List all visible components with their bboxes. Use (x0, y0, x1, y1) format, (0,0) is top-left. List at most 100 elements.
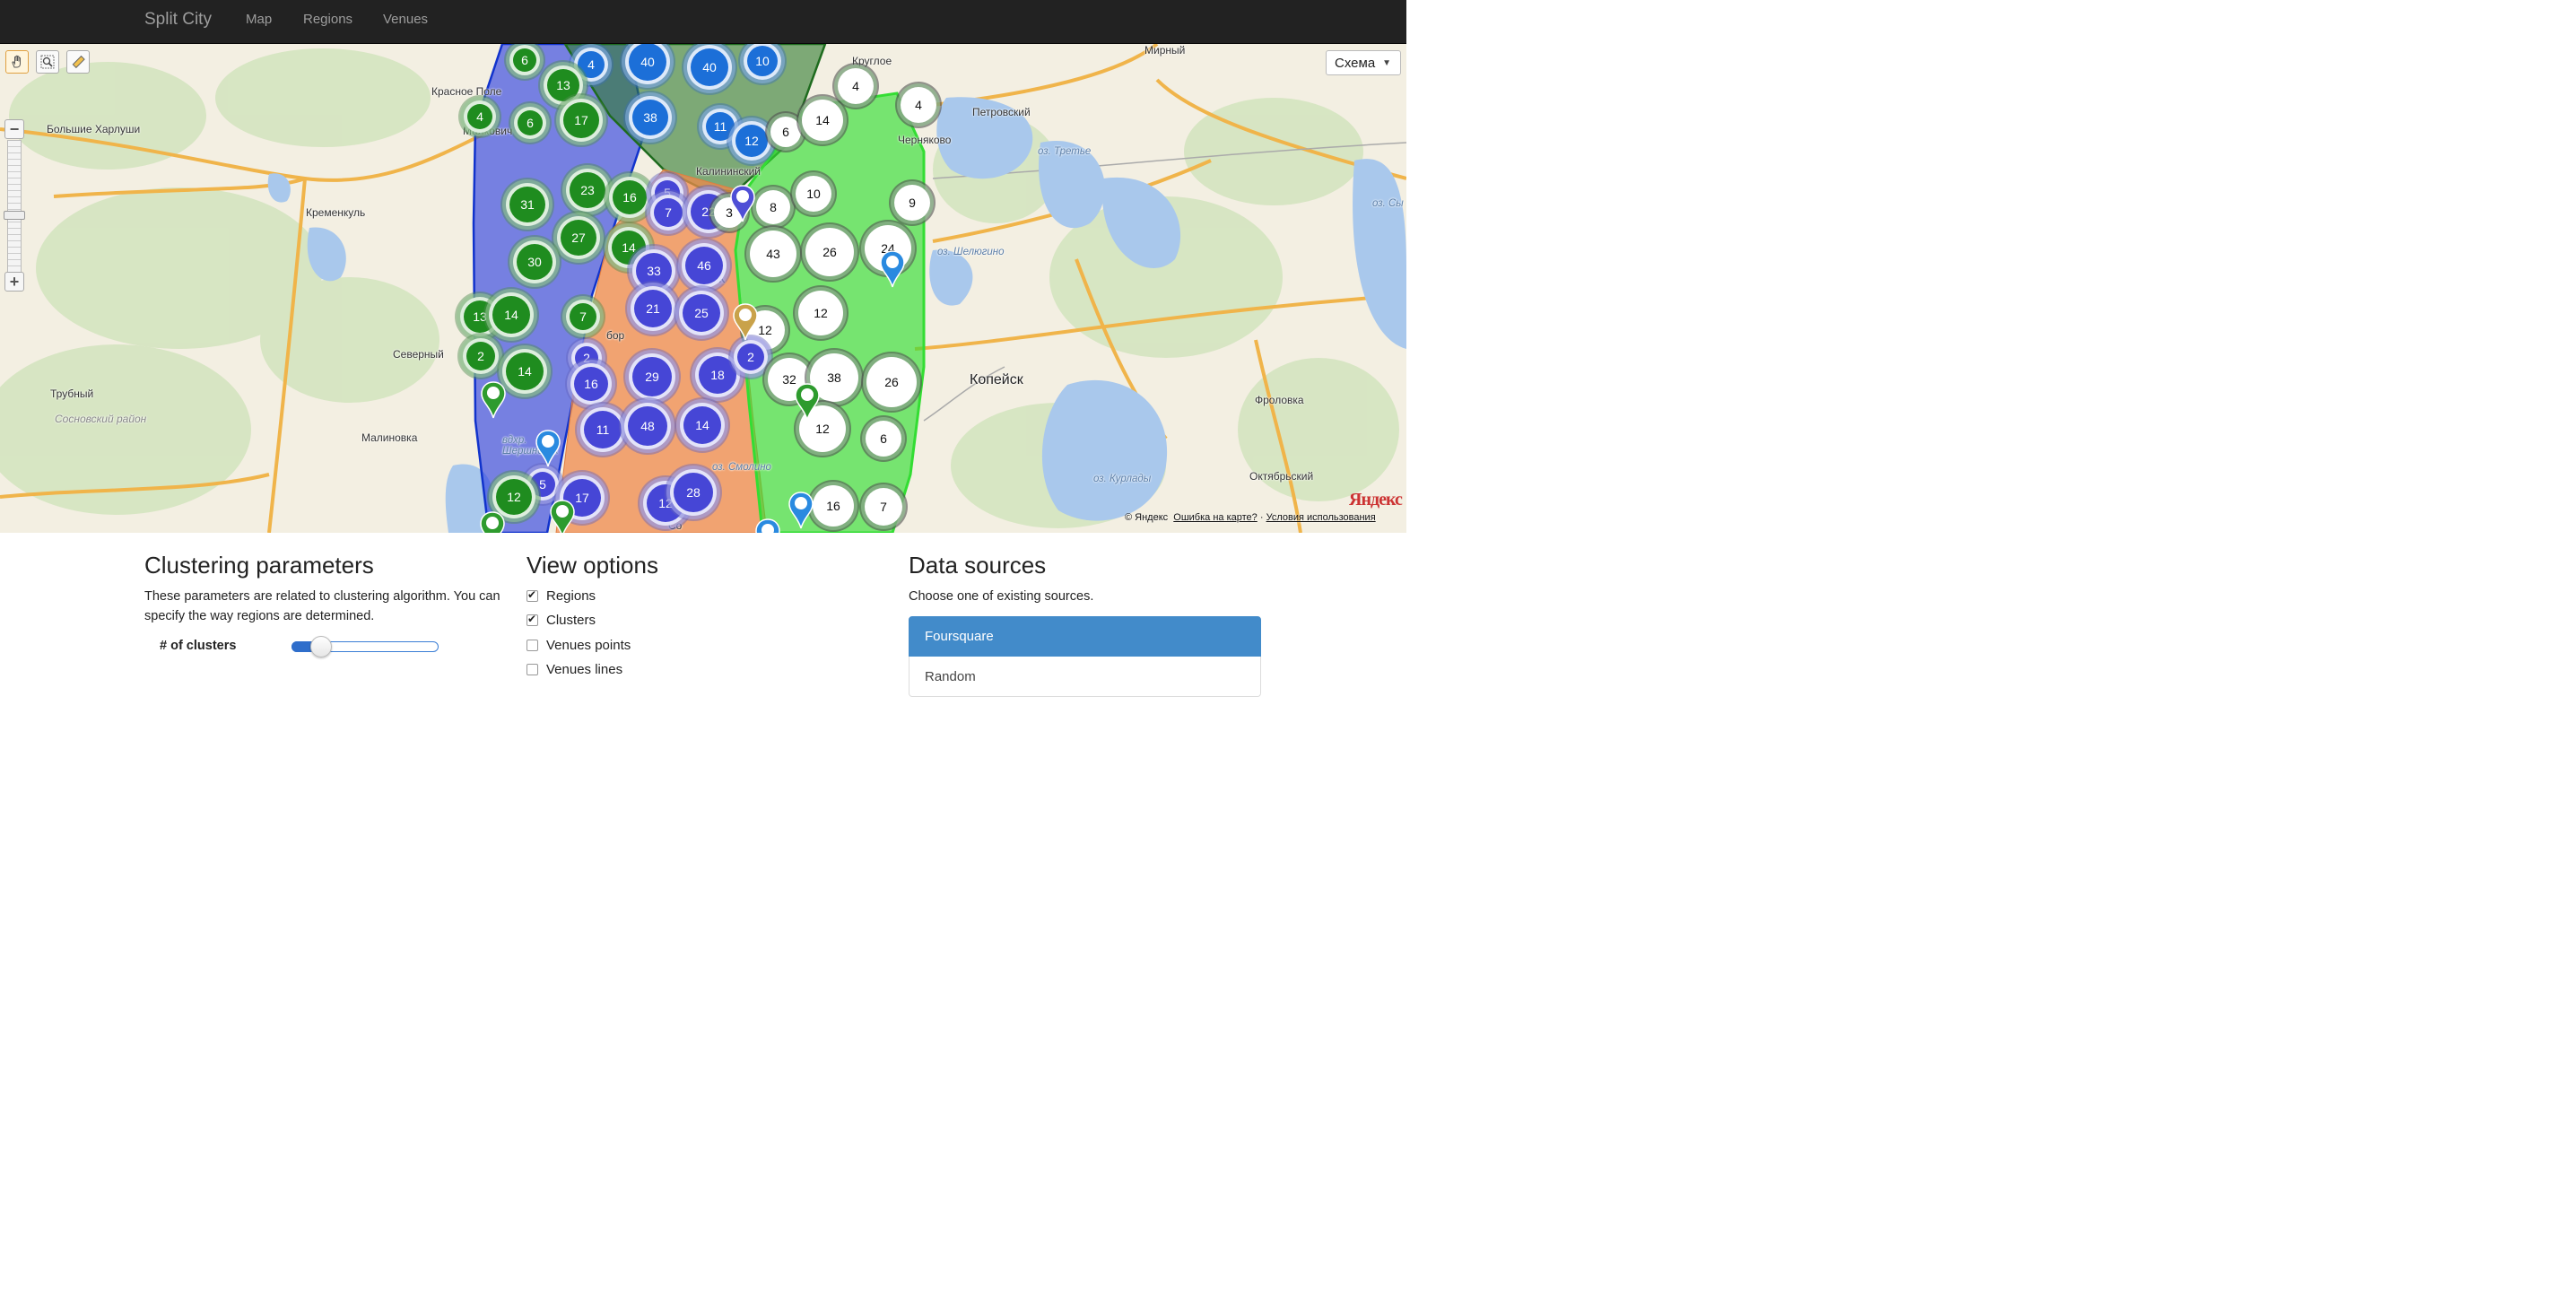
cluster-marker[interactable]: 4 (464, 100, 496, 133)
place-label: Петровский (972, 106, 1031, 118)
brand-link[interactable]: Split City (144, 10, 212, 30)
cluster-marker[interactable]: 14 (680, 403, 725, 448)
venue-pin-green[interactable] (794, 382, 821, 422)
venue-pin-gold[interactable] (732, 302, 759, 342)
nav-venues[interactable]: Venues (383, 12, 428, 27)
zoom-out-button[interactable]: − (4, 119, 24, 139)
cluster-marker[interactable]: 2 (463, 338, 499, 374)
clusters-slider-handle[interactable] (309, 636, 332, 657)
place-label: Красное Поле (431, 85, 502, 98)
venue-pin-blue[interactable] (535, 429, 561, 468)
cluster-marker[interactable]: 14 (802, 100, 843, 141)
clusters-checkbox[interactable] (527, 613, 538, 626)
map-view[interactable]: Мирный Круглое Красное Поле Петровский Б… (0, 44, 1406, 533)
option-clusters[interactable]: Clusters (527, 613, 596, 628)
map-type-dropdown[interactable]: Схема ▼ (1326, 50, 1401, 75)
data-sources-title: Data sources (909, 552, 1047, 579)
cluster-marker[interactable]: 8 (756, 190, 790, 224)
cluster-marker[interactable]: 6 (509, 45, 540, 75)
lake-label: оз. Шелюгино (937, 247, 1005, 257)
venue-pin-green[interactable] (479, 510, 506, 533)
cluster-marker[interactable]: 26 (866, 357, 917, 407)
regions-label: Regions (546, 588, 596, 604)
regions-checkbox[interactable] (527, 588, 538, 602)
cluster-marker[interactable]: 23 (566, 169, 609, 212)
ruler-icon[interactable] (66, 50, 90, 74)
cluster-marker[interactable]: 40 (687, 45, 732, 90)
cluster-marker[interactable]: 6 (514, 107, 546, 139)
venue-pin-green[interactable] (549, 499, 576, 533)
cluster-marker[interactable]: 43 (750, 231, 796, 277)
navbar: Split City Map Regions Venues (0, 0, 1406, 44)
map-type-label: Схема (1335, 55, 1376, 71)
venues-lines-checkbox[interactable] (527, 664, 538, 675)
venue-pin-blue[interactable] (879, 249, 906, 289)
view-options-title: View options (527, 552, 658, 579)
lake-label: оз. Курлады (1093, 474, 1152, 484)
data-source-list: Foursquare Random (909, 616, 1261, 697)
cluster-marker[interactable]: 11 (580, 407, 625, 452)
cluster-marker[interactable]: 6 (770, 117, 801, 147)
lake-label: вдхр. (502, 435, 527, 446)
nav-map[interactable]: Map (246, 12, 272, 27)
cluster-marker[interactable]: 9 (894, 185, 930, 221)
report-error-link[interactable]: Ошибка на карте? (1173, 512, 1258, 523)
option-regions[interactable]: Regions (527, 588, 596, 604)
source-foursquare[interactable]: Foursquare (909, 616, 1261, 657)
venues-lines-label: Venues lines (546, 662, 623, 677)
zoom-slider-track[interactable] (7, 140, 22, 274)
cluster-marker[interactable]: 12 (798, 291, 843, 335)
cluster-marker[interactable]: 28 (670, 469, 717, 516)
cluster-marker[interactable]: 2 (734, 340, 768, 374)
cluster-marker[interactable]: 4 (901, 87, 936, 123)
venue-pin-blue[interactable] (754, 518, 781, 533)
option-venues-lines[interactable]: Venues lines (527, 662, 622, 677)
cluster-marker[interactable]: 46 (682, 243, 727, 288)
data-sources-description: Choose one of existing sources. (909, 589, 1094, 604)
terms-link[interactable]: Условия использования (1266, 512, 1376, 523)
zoom-in-button[interactable]: + (4, 272, 24, 292)
cluster-marker[interactable]: 26 (805, 228, 854, 276)
clustering-title: Clustering parameters (144, 552, 374, 579)
cluster-marker[interactable]: 21 (631, 286, 675, 331)
cluster-marker[interactable]: 16 (813, 485, 854, 527)
cluster-marker[interactable]: 38 (629, 96, 672, 139)
cluster-marker[interactable]: 30 (513, 240, 556, 283)
hand-tool-icon[interactable] (5, 50, 29, 74)
venue-pin-indigo[interactable] (729, 184, 756, 223)
cluster-marker[interactable]: 7 (865, 488, 902, 526)
source-random[interactable]: Random (909, 657, 1261, 697)
cluster-marker[interactable]: 25 (679, 291, 724, 335)
venues-points-checkbox[interactable] (527, 640, 538, 651)
cluster-marker[interactable]: 27 (557, 216, 600, 259)
cluster-marker[interactable]: 7 (650, 195, 686, 231)
cluster-marker[interactable]: 48 (624, 403, 671, 449)
zoom-slider-handle[interactable] (4, 211, 25, 220)
cluster-marker[interactable]: 14 (489, 292, 534, 337)
cluster-marker[interactable]: 17 (560, 99, 603, 142)
cluster-marker[interactable]: 16 (570, 363, 612, 405)
nav-regions[interactable]: Regions (303, 12, 352, 27)
cluster-marker[interactable]: 31 (506, 183, 549, 226)
cluster-marker[interactable]: 16 (609, 177, 650, 218)
zoom-area-icon[interactable] (36, 50, 59, 74)
place-label: Круглое (852, 55, 892, 67)
place-label: Октябрьский (1249, 470, 1314, 483)
place-label: Калининский (696, 165, 761, 178)
place-label: Фроловка (1255, 394, 1304, 406)
cluster-marker[interactable]: 10 (744, 44, 781, 80)
cluster-marker[interactable]: 12 (732, 121, 771, 161)
option-venues-points[interactable]: Venues points (527, 638, 631, 653)
cluster-marker[interactable]: 14 (502, 349, 547, 394)
copyright-text: © Яндекс (1125, 512, 1169, 523)
cluster-marker[interactable]: 29 (629, 353, 675, 400)
cluster-marker[interactable]: 4 (838, 68, 874, 104)
lake-label: оз. Третье (1038, 146, 1092, 157)
cluster-marker[interactable]: 6 (866, 421, 901, 457)
cluster-marker[interactable]: 10 (796, 176, 831, 212)
venue-pin-blue[interactable] (788, 491, 814, 530)
place-label: бор (606, 329, 625, 342)
place-label: Кременкуль (306, 206, 366, 219)
cluster-marker[interactable]: 7 (566, 300, 600, 334)
venue-pin-green[interactable] (480, 380, 507, 420)
